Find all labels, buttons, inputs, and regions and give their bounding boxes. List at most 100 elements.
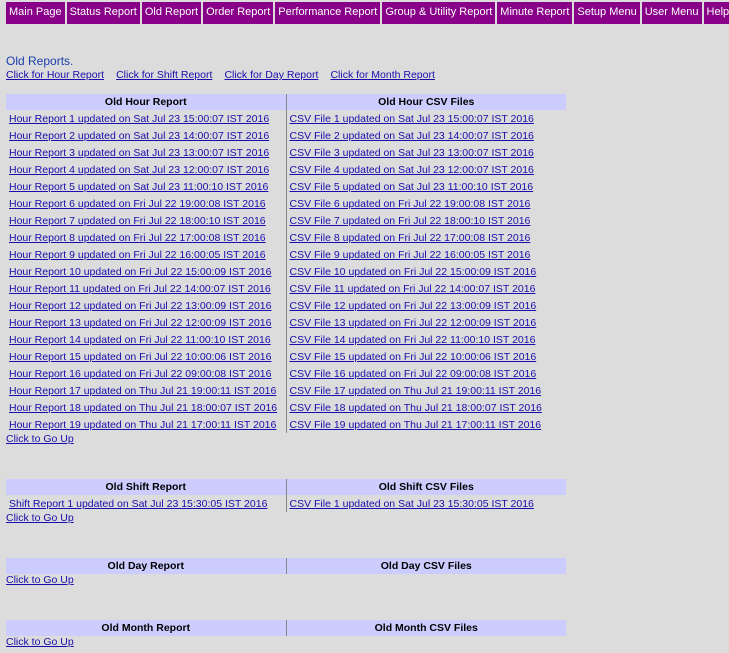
csv-cell: CSV File 16 updated on Fri Jul 22 09:00:… [286,365,566,382]
column-header: Old Month Report [6,620,287,636]
csv-file-link[interactable]: CSV File 15 updated on Fri Jul 22 10:00:… [290,351,537,363]
report-link[interactable]: Hour Report 16 updated on Fri Jul 22 09:… [9,368,271,380]
report-cell: Hour Report 14 updated on Fri Jul 22 11:… [6,331,287,348]
csv-cell: CSV File 11 updated on Fri Jul 22 14:00:… [286,280,566,297]
report-link[interactable]: Hour Report 15 updated on Fri Jul 22 10:… [9,351,271,363]
csv-file-link[interactable]: CSV File 7 updated on Fri Jul 22 18:00:1… [290,215,531,227]
link-day-report[interactable]: Click for Day Report [224,69,318,81]
report-link[interactable]: Hour Report 17 updated on Thu Jul 21 19:… [9,385,276,397]
table-row: Hour Report 15 updated on Fri Jul 22 10:… [6,348,566,365]
nav-order-report[interactable]: Order Report [202,2,275,24]
nav-minute-report[interactable]: Minute Report [496,2,574,24]
csv-cell: CSV File 18 updated on Thu Jul 21 18:00:… [286,399,566,416]
go-up-link[interactable]: Click to Go Up [6,636,74,648]
table-row: Hour Report 2 updated on Sat Jul 23 14:0… [6,127,566,144]
csv-cell: CSV File 6 updated on Fri Jul 22 19:00:0… [286,195,566,212]
report-link[interactable]: Hour Report 7 updated on Fri Jul 22 18:0… [9,215,266,227]
csv-cell: CSV File 9 updated on Fri Jul 22 16:00:0… [286,246,566,263]
report-link[interactable]: Hour Report 3 updated on Sat Jul 23 13:0… [9,147,269,159]
csv-file-link[interactable]: CSV File 18 updated on Thu Jul 21 18:00:… [290,402,542,414]
page-title: Old Reports. [6,54,74,68]
report-cell: Hour Report 19 updated on Thu Jul 21 17:… [6,416,287,433]
report-link[interactable]: Hour Report 11 updated on Fri Jul 22 14:… [9,283,271,295]
report-link[interactable]: Hour Report 5 updated on Sat Jul 23 11:0… [9,181,268,193]
report-cell: Hour Report 8 updated on Fri Jul 22 17:0… [6,229,287,246]
report-link[interactable]: Hour Report 1 updated on Sat Jul 23 15:0… [9,113,269,125]
report-cell: Hour Report 4 updated on Sat Jul 23 12:0… [6,161,287,178]
report-link[interactable]: Hour Report 10 updated on Fri Jul 22 15:… [9,266,271,278]
report-link[interactable]: Hour Report 19 updated on Thu Jul 21 17:… [9,419,276,431]
report-link[interactable]: Hour Report 4 updated on Sat Jul 23 12:0… [9,164,269,176]
hour-report-table: Old Hour Report Old Hour CSV Files Hour … [6,94,566,433]
report-cell: Hour Report 3 updated on Sat Jul 23 13:0… [6,144,287,161]
report-cell: Hour Report 6 updated on Fri Jul 22 19:0… [6,195,287,212]
go-up-link[interactable]: Click to Go Up [6,433,74,445]
nav-main-page[interactable]: Main Page [5,2,66,24]
nav-performance-report[interactable]: Performance Report [274,2,382,24]
csv-file-link[interactable]: CSV File 1 updated on Sat Jul 23 15:00:0… [290,113,534,125]
csv-file-link[interactable]: CSV File 6 updated on Fri Jul 22 19:00:0… [290,198,531,210]
report-link[interactable]: Hour Report 8 updated on Fri Jul 22 17:0… [9,232,266,244]
table-row: Hour Report 6 updated on Fri Jul 22 19:0… [6,195,566,212]
table-row: Hour Report 11 updated on Fri Jul 22 14:… [6,280,566,297]
report-cell: Hour Report 2 updated on Sat Jul 23 14:0… [6,127,287,144]
csv-file-link[interactable]: CSV File 17 updated on Thu Jul 21 19:00:… [290,385,542,397]
csv-cell: CSV File 14 updated on Fri Jul 22 11:00:… [286,331,566,348]
link-hour-report[interactable]: Click for Hour Report [6,69,104,81]
go-up-link[interactable]: Click to Go Up [6,574,74,586]
quick-links: Click for Hour Report Click for Shift Re… [6,69,444,81]
month-report-table: Old Month Report Old Month CSV Files [6,620,566,636]
csv-file-link[interactable]: CSV File 3 updated on Sat Jul 23 13:00:0… [290,147,534,159]
csv-file-link[interactable]: CSV File 13 updated on Fri Jul 22 12:00:… [290,317,537,329]
csv-file-link[interactable]: CSV File 19 updated on Thu Jul 21 17:00:… [290,419,542,431]
nav-setup-menu[interactable]: Setup Menu [573,2,641,24]
csv-file-link[interactable]: CSV File 1 updated on Sat Jul 23 15:30:0… [290,498,534,510]
csv-cell: CSV File 7 updated on Fri Jul 22 18:00:1… [286,212,566,229]
csv-file-link[interactable]: CSV File 14 updated on Fri Jul 22 11:00:… [290,334,536,346]
nav-bar: Main Page Status Report Old Report Order… [5,2,729,24]
nav-old-report[interactable]: Old Report [140,2,203,24]
report-cell: Hour Report 15 updated on Fri Jul 22 10:… [6,348,287,365]
go-up-link[interactable]: Click to Go Up [6,512,74,524]
table-row: Hour Report 8 updated on Fri Jul 22 17:0… [6,229,566,246]
table-row: Hour Report 16 updated on Fri Jul 22 09:… [6,365,566,382]
report-cell: Hour Report 11 updated on Fri Jul 22 14:… [6,280,287,297]
nav-user-menu[interactable]: User Menu [640,2,703,24]
csv-file-link[interactable]: CSV File 2 updated on Sat Jul 23 14:00:0… [290,130,534,142]
report-cell: Shift Report 1 updated on Sat Jul 23 15:… [6,495,287,512]
report-link[interactable]: Hour Report 6 updated on Fri Jul 22 19:0… [9,198,266,210]
csv-cell: CSV File 12 updated on Fri Jul 22 13:00:… [286,297,566,314]
table-row: Hour Report 13 updated on Fri Jul 22 12:… [6,314,566,331]
csv-file-link[interactable]: CSV File 4 updated on Sat Jul 23 12:00:0… [290,164,534,176]
csv-file-link[interactable]: CSV File 10 updated on Fri Jul 22 15:00:… [290,266,537,278]
report-link[interactable]: Hour Report 2 updated on Sat Jul 23 14:0… [9,130,269,142]
nav-group-utility-report[interactable]: Group & Utility Report [381,2,497,24]
csv-file-link[interactable]: CSV File 8 updated on Fri Jul 22 17:00:0… [290,232,531,244]
csv-file-link[interactable]: CSV File 11 updated on Fri Jul 22 14:00:… [290,283,536,295]
csv-cell: CSV File 15 updated on Fri Jul 22 10:00:… [286,348,566,365]
report-link[interactable]: Hour Report 14 updated on Fri Jul 22 11:… [9,334,271,346]
nav-help[interactable]: Help [702,2,729,24]
report-cell: Hour Report 10 updated on Fri Jul 22 15:… [6,263,287,280]
report-link[interactable]: Hour Report 12 updated on Fri Jul 22 13:… [9,300,271,312]
csv-file-link[interactable]: CSV File 5 updated on Sat Jul 23 11:00:1… [290,181,534,193]
report-cell: Hour Report 18 updated on Thu Jul 21 18:… [6,399,287,416]
day-report-table: Old Day Report Old Day CSV Files [6,558,566,574]
column-header: Old Day Report [6,558,287,574]
csv-file-link[interactable]: CSV File 9 updated on Fri Jul 22 16:00:0… [290,249,531,261]
report-link[interactable]: Hour Report 9 updated on Fri Jul 22 16:0… [9,249,266,261]
report-link[interactable]: Shift Report 1 updated on Sat Jul 23 15:… [9,498,267,510]
shift-report-table: Old Shift Report Old Shift CSV Files Shi… [6,479,566,512]
csv-cell: CSV File 2 updated on Sat Jul 23 14:00:0… [286,127,566,144]
csv-cell: CSV File 3 updated on Sat Jul 23 13:00:0… [286,144,566,161]
csv-file-link[interactable]: CSV File 16 updated on Fri Jul 22 09:00:… [290,368,537,380]
link-shift-report[interactable]: Click for Shift Report [116,69,212,81]
link-month-report[interactable]: Click for Month Report [330,69,434,81]
table-row: Hour Report 7 updated on Fri Jul 22 18:0… [6,212,566,229]
nav-status-report[interactable]: Status Report [65,2,141,24]
csv-file-link[interactable]: CSV File 12 updated on Fri Jul 22 13:00:… [290,300,537,312]
column-header: Old Shift Report [6,479,287,495]
report-cell: Hour Report 9 updated on Fri Jul 22 16:0… [6,246,287,263]
report-link[interactable]: Hour Report 13 updated on Fri Jul 22 12:… [9,317,271,329]
report-link[interactable]: Hour Report 18 updated on Thu Jul 21 18:… [9,402,277,414]
